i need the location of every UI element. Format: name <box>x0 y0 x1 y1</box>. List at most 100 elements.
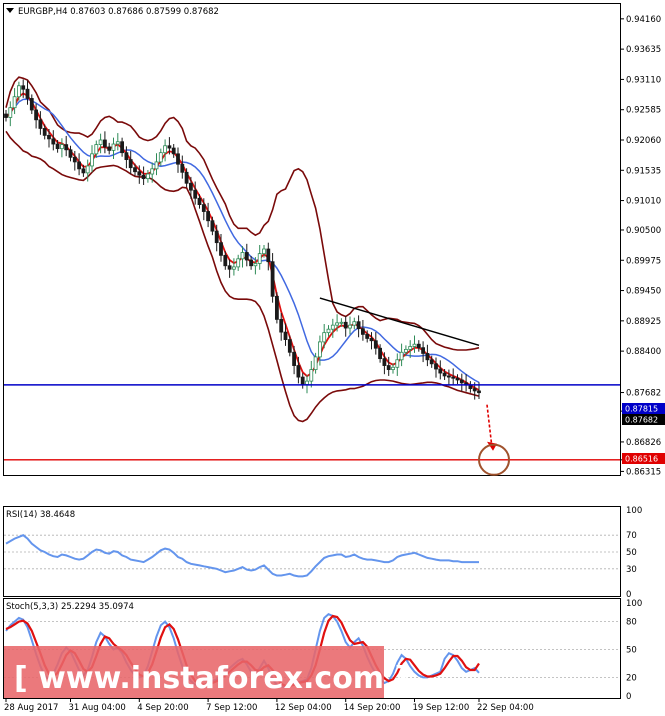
candle-body <box>120 141 124 154</box>
candle-body <box>47 134 51 140</box>
target-price-label: 0.86516 <box>625 455 658 464</box>
candle-body <box>335 322 340 326</box>
candle-body <box>356 321 361 330</box>
rsi-tick-label: 100 <box>626 506 642 516</box>
candle-body <box>348 324 352 329</box>
chart-canvas: 0.94160 0.93635 0.93110 0.92585 0.92060 0.915… <box>3 3 665 713</box>
candle-body <box>184 171 189 184</box>
time-tick-label: 4 Sep 20:00 <box>137 703 188 713</box>
candle-body <box>391 366 395 370</box>
candle-body <box>60 144 64 150</box>
time-tick-label: 7 Sep 12:00 <box>206 703 257 713</box>
candle-body <box>421 347 426 354</box>
candle-body <box>369 338 374 342</box>
candle-body <box>171 147 176 155</box>
stoch-tick-label: 20 <box>626 673 637 683</box>
candle-body <box>408 346 413 350</box>
candle-body <box>403 348 408 353</box>
candle-body <box>240 252 245 260</box>
watermark-text: [ www.instaforex.com ] <box>14 661 408 696</box>
candle-body <box>296 365 301 378</box>
candle-body <box>133 167 137 173</box>
candle-body <box>128 159 133 169</box>
candle-body <box>429 359 434 365</box>
time-axis: 28 Aug 2017 31 Aug 04:00 4 Sep 20:00 7 Sep … <box>4 698 534 713</box>
candle-body <box>154 161 159 170</box>
candle-body <box>274 295 279 320</box>
candle-body <box>77 161 81 170</box>
candle-body <box>438 368 443 374</box>
candle-body <box>8 107 13 118</box>
candle-body <box>42 128 47 136</box>
candle-body <box>373 340 378 349</box>
candle-body <box>257 253 262 264</box>
candle-body <box>451 376 456 379</box>
candle-body <box>472 388 477 392</box>
candle-body <box>279 318 284 333</box>
candle-body <box>38 119 43 129</box>
candle-body <box>360 328 365 335</box>
candle-body <box>425 353 430 361</box>
candle-body <box>206 211 211 222</box>
candle-body <box>339 321 344 324</box>
candle-body <box>163 145 168 154</box>
stoch-panel-header: Stoch(5,3,3) 25.2294 35.0974 <box>6 602 134 612</box>
candle-body <box>4 113 8 118</box>
price-tick-label: 0.93635 <box>626 45 661 55</box>
candle-body <box>266 248 271 263</box>
price-tick-label: 0.88925 <box>626 317 661 327</box>
time-tick-label: 14 Sep 20:00 <box>344 703 401 713</box>
candle-body <box>395 359 400 368</box>
stoch-tick-label: 100 <box>626 599 642 609</box>
rsi-tick-label: 70 <box>626 531 637 541</box>
candle-body <box>330 324 335 330</box>
candle-body <box>382 358 387 366</box>
candle-body <box>249 259 254 267</box>
chart-window: 0.94160 0.93635 0.93110 0.92585 0.92060 0.915… <box>0 0 665 716</box>
candle-body <box>309 369 314 382</box>
candle-body <box>416 343 421 349</box>
price-tick-label: 0.89975 <box>626 256 661 266</box>
candle-body <box>446 375 451 378</box>
candle-body <box>210 220 215 232</box>
candle-body <box>107 146 112 151</box>
price-tick-label: 0.88400 <box>626 347 661 357</box>
candle-body <box>300 376 305 385</box>
candle-body <box>468 384 473 390</box>
candle-body <box>412 343 417 347</box>
candle-body <box>270 261 275 297</box>
candle-body <box>55 143 60 150</box>
candle-body <box>145 173 150 180</box>
candle-body <box>158 152 163 163</box>
candle-body <box>124 152 129 161</box>
time-tick-label: 12 Sep 04:00 <box>275 703 332 713</box>
candle-body <box>12 96 17 109</box>
candle-body <box>103 139 107 148</box>
candle-body <box>180 163 185 173</box>
candle-body <box>236 258 241 268</box>
time-tick-label: 31 Aug 04:00 <box>69 703 126 713</box>
candle-body <box>16 85 21 98</box>
candle-body <box>227 265 232 270</box>
candle-body <box>115 141 120 145</box>
candle-body <box>322 332 327 343</box>
main-panel-header: EURGBP,H4 0.87603 0.87686 0.87599 0.8768… <box>18 7 219 17</box>
stoch-tick-label: 80 <box>626 618 637 628</box>
candle-body <box>262 248 266 255</box>
candle-body <box>219 242 223 256</box>
rsi-panel-header: RSI(14) 38.4648 <box>6 510 75 520</box>
rsi-panel-frame <box>3 506 621 597</box>
candle-body <box>343 321 348 329</box>
time-tick-label: 22 Sep 04:00 <box>477 703 534 713</box>
candle-body <box>292 351 297 366</box>
candle-body <box>287 339 292 353</box>
rsi-tick-label: 50 <box>626 548 637 558</box>
candle-body <box>29 98 34 111</box>
candle-body <box>85 165 90 174</box>
candle-body <box>386 365 391 370</box>
candle-body <box>34 109 38 121</box>
candle-body <box>434 363 438 370</box>
candle-body <box>455 377 460 381</box>
price-tick-label: 0.92585 <box>626 106 661 116</box>
price-tick-label: 0.93110 <box>626 75 661 85</box>
